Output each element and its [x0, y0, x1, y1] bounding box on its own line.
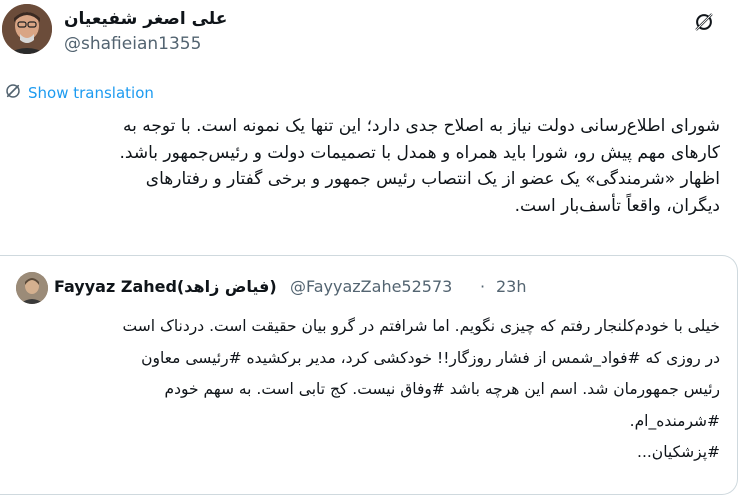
- quoted-timestamp: 23h: [496, 277, 527, 296]
- tweet-line: شورای اطلاع‌رسانی دولت نیاز به اصلاح جدی…: [122, 116, 720, 136]
- tweet-line: دیگران، واقعاً تأسف‌بار است.: [514, 195, 720, 216]
- quoted-line: خیلی با خودم‌کلنجار رفتم که چیزی نگویم. …: [122, 317, 721, 335]
- quoted-line: در روزی که #فواد_شمس از فشار روزگار!! خو…: [141, 348, 720, 367]
- quoted-line: #پزشکیان...: [637, 443, 720, 461]
- grok-icon[interactable]: [692, 10, 716, 34]
- author-handle[interactable]: @shafieian1355: [64, 34, 201, 54]
- quoted-author-name: Fayyaz Zahed(فیاض زاهد): [54, 277, 277, 296]
- author-avatar[interactable]: [2, 4, 52, 54]
- quoted-author-avatar: [16, 272, 48, 304]
- tweet-line: کارهای مهم پیش رو، شورا باید همراه و همد…: [119, 142, 721, 163]
- author-name[interactable]: علی اصغر شفیعیان: [64, 9, 227, 29]
- quoted-author-handle: @FayyazZahe52573: [290, 277, 453, 296]
- globe-icon: [4, 82, 22, 104]
- quoted-tweet[interactable]: Fayyaz Zahed(فیاض زاهد) @FayyazZahe52573…: [0, 255, 738, 495]
- tweet-header: علی اصغر شفیعیان @shafieian1355: [0, 0, 740, 62]
- tweet-text: شورای اطلاع‌رسانی دولت نیاز به اصلاح جدی…: [0, 113, 721, 219]
- quoted-line: #شرمنده_ام.: [629, 411, 720, 430]
- show-translation-label: Show translation: [28, 84, 154, 102]
- quoted-tweet-text: خیلی با خودم‌کلنجار رفتم که چیزی نگویم. …: [0, 311, 721, 469]
- quoted-line: رئیس جمهورمان شد. اسم این هرچه باشد #وفا…: [164, 380, 720, 398]
- show-translation-link[interactable]: Show translation: [4, 82, 154, 104]
- tweet-line: اظهار «شرمندگی» یک عضو از یک انتصاب رئیس…: [145, 169, 720, 189]
- quoted-separator: ·: [480, 277, 486, 296]
